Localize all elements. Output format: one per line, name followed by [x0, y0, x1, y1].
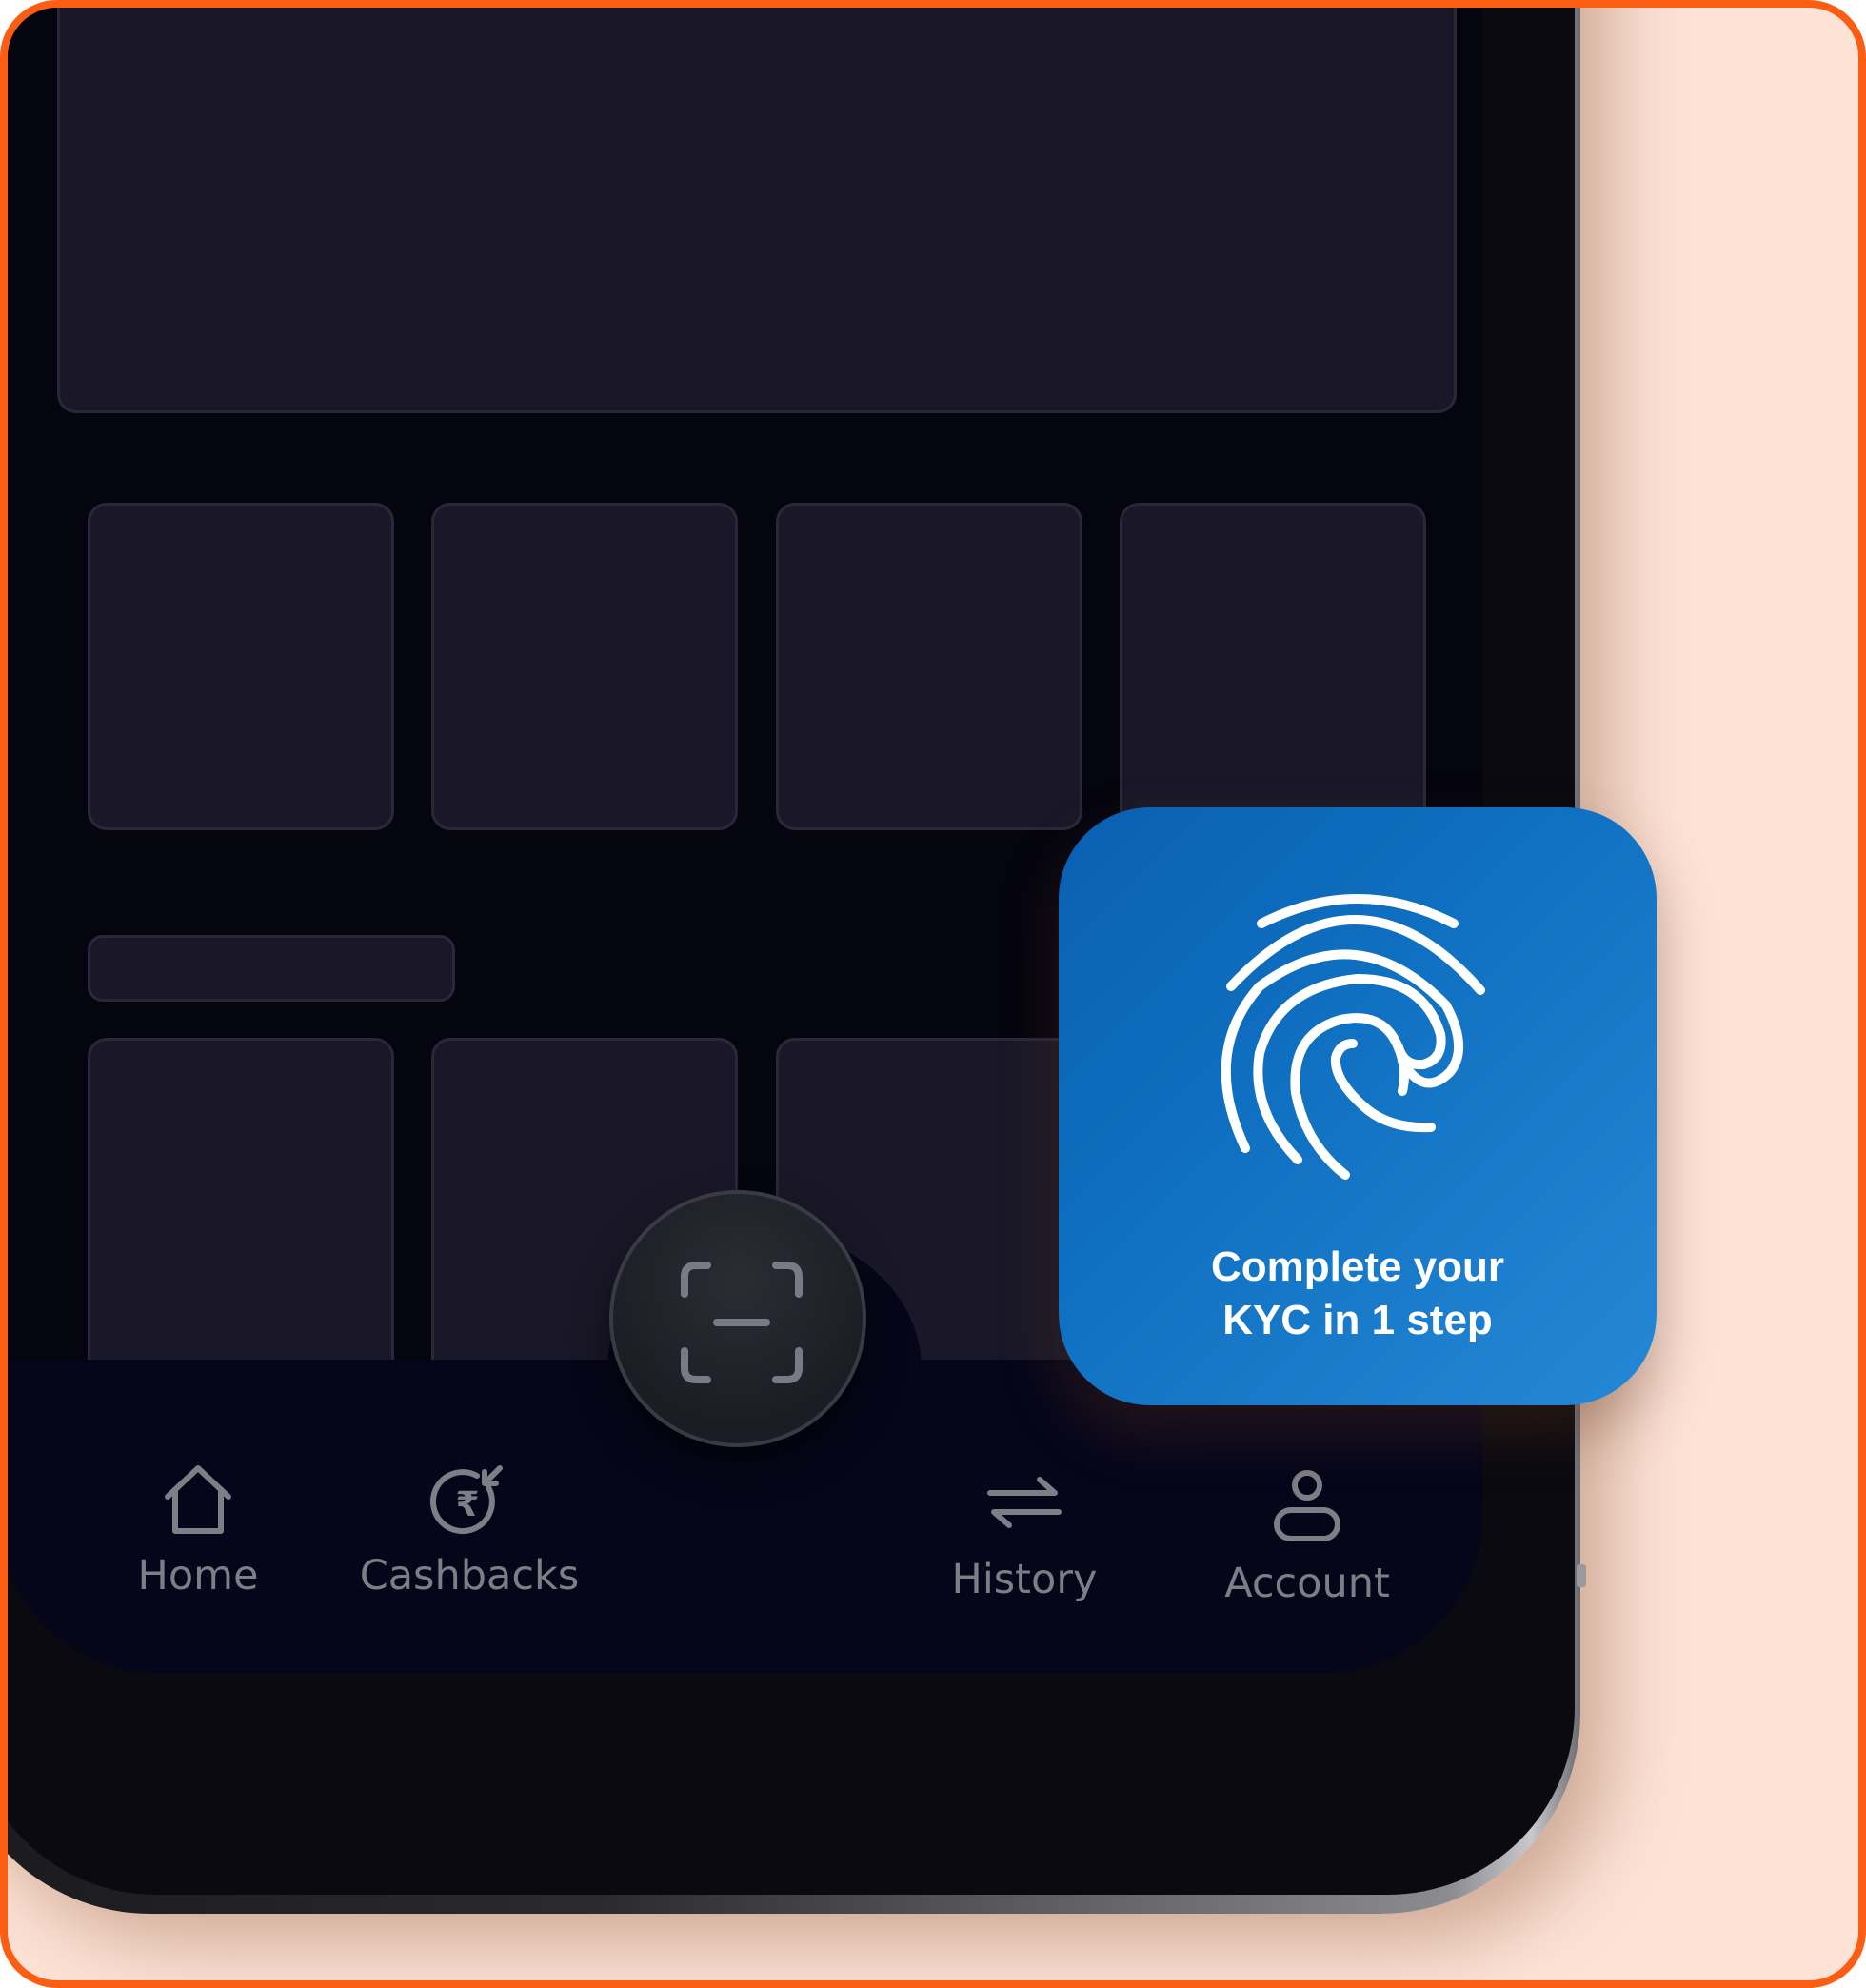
nav-cashbacks[interactable]: ₹ Cashbacks	[336, 1459, 603, 1600]
nav-account[interactable]: Account	[1202, 1466, 1412, 1607]
shortcut-placeholder	[431, 503, 738, 830]
nav-home-label: Home	[137, 1552, 259, 1600]
shortcut-placeholder	[1120, 503, 1426, 830]
cashback-rupee-icon: ₹	[429, 1465, 503, 1535]
phone-side-button	[1577, 1564, 1586, 1587]
section-title-placeholder	[88, 935, 455, 1002]
swap-arrows-icon	[987, 1477, 1062, 1528]
banner-placeholder	[57, 8, 1457, 413]
user-icon	[1274, 1470, 1340, 1541]
fingerprint-icon	[1221, 894, 1485, 1180]
shortcut-placeholder	[776, 503, 1082, 830]
svg-text:₹: ₹	[455, 1485, 479, 1524]
kyc-text-line1: Complete your	[1210, 1243, 1505, 1290]
kyc-text-line2: KYC in 1 step	[1222, 1297, 1493, 1343]
scan-button[interactable]	[609, 1190, 866, 1447]
nav-account-label: Account	[1224, 1560, 1390, 1607]
kyc-text: Complete your KYC in 1 step	[1059, 1241, 1657, 1347]
nav-history-label: History	[951, 1556, 1098, 1603]
nav-history[interactable]: History	[929, 1462, 1120, 1603]
kyc-card[interactable]: Complete your KYC in 1 step	[1059, 807, 1657, 1405]
nav-cashbacks-label: Cashbacks	[359, 1552, 580, 1600]
nav-home[interactable]: Home	[103, 1459, 293, 1600]
scan-icon	[681, 1262, 803, 1383]
shortcut-placeholder	[88, 503, 394, 830]
promo-frame: Home ₹ Cashbacks History Account Complet…	[0, 0, 1866, 1988]
home-icon	[165, 1465, 231, 1534]
